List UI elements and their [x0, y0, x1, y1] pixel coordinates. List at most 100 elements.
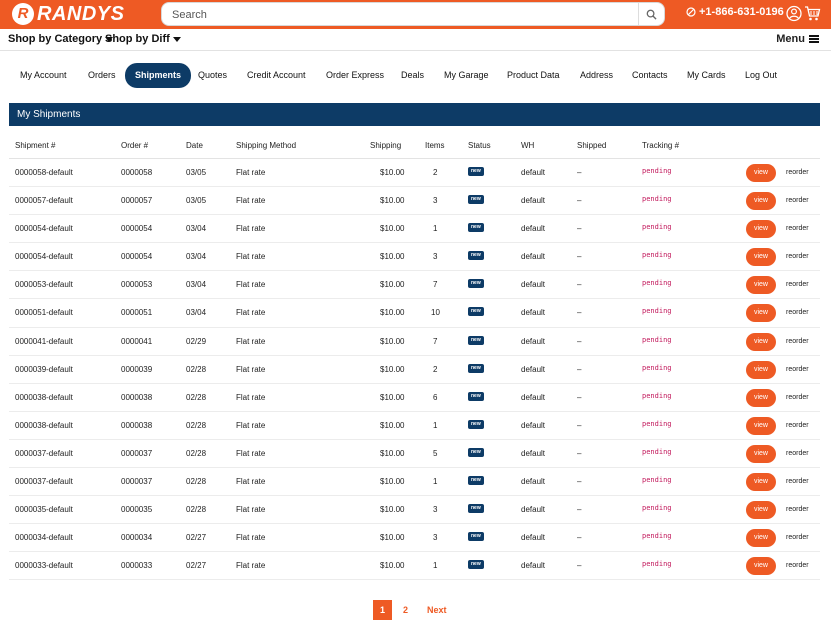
table-row: 0000038-default 0000038 02/28 Flat rate … — [9, 384, 820, 412]
view-button[interactable]: view — [746, 473, 776, 492]
shipping-method: Flat rate — [236, 336, 266, 346]
order-number: 0000054 — [121, 252, 153, 262]
tab-contacts[interactable]: Contacts — [622, 63, 678, 88]
page-2-button[interactable]: 2 — [403, 600, 408, 620]
table-row: 0000057-default 0000057 03/05 Flat rate … — [9, 187, 820, 216]
tab-my-cards[interactable]: My Cards — [677, 63, 736, 88]
tab-address[interactable]: Address — [570, 63, 623, 88]
view-button[interactable]: view — [746, 276, 776, 295]
item-count: 2 — [433, 168, 438, 177]
reorder-link[interactable]: reorder — [786, 422, 809, 429]
tab-quotes[interactable]: Quotes — [188, 63, 237, 88]
search-input[interactable] — [172, 6, 632, 23]
shipment-number[interactable]: 0000037-default — [15, 477, 73, 486]
status-badge: new — [468, 447, 484, 457]
view-button[interactable]: view — [746, 360, 776, 379]
view-button[interactable]: view — [746, 248, 776, 267]
reorder-link[interactable]: reorder — [786, 338, 809, 345]
warehouse: default — [521, 196, 546, 206]
reorder-link[interactable]: reorder — [786, 309, 809, 316]
warehouse: default — [521, 420, 546, 430]
item-count: 5 — [433, 448, 438, 458]
user-icon[interactable] — [786, 5, 802, 22]
shipment-number[interactable]: 0000054-default — [15, 224, 73, 233]
view-button[interactable]: view — [746, 220, 776, 239]
page-1-button[interactable]: 1 — [373, 600, 392, 620]
view-button[interactable]: view — [746, 332, 776, 351]
tracking-number: pending — [642, 419, 672, 428]
view-button[interactable]: view — [746, 164, 776, 182]
search-button[interactable] — [638, 3, 664, 25]
randys-logo[interactable]: R RANDYS — [12, 3, 124, 25]
tab-orders[interactable]: Orders — [78, 63, 126, 88]
reorder-link[interactable]: reorder — [786, 562, 809, 569]
shipment-number[interactable]: 0000051-default — [15, 308, 73, 317]
reorder-link[interactable]: reorder — [786, 225, 809, 232]
shipment-number[interactable]: 0000038-default — [15, 421, 73, 430]
view-button[interactable]: view — [746, 557, 776, 576]
search-box — [161, 2, 665, 26]
view-button[interactable]: view — [746, 388, 776, 407]
warehouse: default — [521, 280, 546, 290]
shipment-number[interactable]: 0000058-default — [15, 168, 73, 177]
shipment-number[interactable]: 0000035-default — [15, 505, 73, 514]
shipping-method: Flat rate — [236, 505, 266, 515]
phone-link[interactable]: +1-866-631-0196 — [686, 6, 784, 18]
table-row: 0000041-default 0000041 02/29 Flat rate … — [9, 328, 820, 356]
tab-shipments[interactable]: Shipments — [125, 63, 192, 88]
view-button[interactable]: view — [746, 192, 776, 211]
reorder-link[interactable]: reorder — [786, 394, 809, 401]
next-page-button[interactable]: Next — [427, 600, 447, 620]
menu-button[interactable]: Menu — [776, 33, 819, 45]
shipment-number[interactable]: 0000039-default — [15, 365, 73, 374]
tab-my-garage[interactable]: My Garage — [434, 63, 499, 88]
order-number: 0000038 — [121, 420, 153, 430]
tab-log-out[interactable]: Log Out — [735, 63, 787, 88]
reorder-link[interactable]: reorder — [786, 450, 809, 457]
reorder-link[interactable]: reorder — [786, 478, 809, 485]
shop-by-category-menu[interactable]: Shop by Category — [8, 33, 114, 45]
tracking-number: pending — [642, 279, 672, 288]
reorder-link[interactable]: reorder — [786, 253, 809, 260]
view-button[interactable]: view — [746, 444, 776, 463]
tab-product-data[interactable]: Product Data — [497, 63, 570, 88]
col-shipped: Shipped — [577, 141, 607, 150]
warehouse: default — [521, 224, 546, 234]
shop-by-diff-menu[interactable]: Shop by Diff — [105, 33, 181, 45]
ship-date: 02/29 — [186, 336, 207, 346]
shipment-number[interactable]: 0000057-default — [15, 196, 73, 205]
shipment-number[interactable]: 0000037-default — [15, 449, 73, 458]
reorder-link[interactable]: reorder — [786, 169, 809, 176]
shipment-number[interactable]: 0000054-default — [15, 252, 73, 261]
view-button[interactable]: view — [746, 304, 776, 323]
shipment-number[interactable]: 0000041-default — [15, 337, 73, 346]
shipment-number[interactable]: 0000033-default — [15, 561, 73, 570]
reorder-link[interactable]: reorder — [786, 366, 809, 373]
shipping-method: Flat rate — [236, 533, 266, 543]
shipping-method: Flat rate — [236, 392, 266, 402]
order-number: 0000057 — [121, 196, 153, 206]
reorder-link[interactable]: reorder — [786, 281, 809, 288]
tab-credit-account[interactable]: Credit Account — [237, 63, 316, 88]
view-button[interactable]: view — [746, 529, 776, 548]
reorder-link[interactable]: reorder — [786, 197, 809, 204]
shipment-number[interactable]: 0000034-default — [15, 533, 73, 542]
shipment-number[interactable]: 0000038-default — [15, 393, 73, 402]
tab-deals[interactable]: Deals — [391, 63, 434, 88]
item-count: 1 — [433, 477, 438, 487]
view-button[interactable]: view — [746, 416, 776, 435]
table-row: 0000053-default 0000053 03/04 Flat rate … — [9, 271, 820, 300]
shipped-date: – — [577, 196, 582, 206]
col-wh: WH — [521, 141, 535, 150]
reorder-link[interactable]: reorder — [786, 534, 809, 541]
shipping-cost: $10.00 — [380, 252, 405, 262]
tab-my-account[interactable]: My Account — [10, 63, 77, 88]
menu-icon — [809, 35, 819, 43]
shipment-number[interactable]: 0000053-default — [15, 280, 73, 289]
cart-icon[interactable] — [804, 5, 821, 22]
tab-order-express[interactable]: Order Express — [316, 63, 394, 88]
view-button[interactable]: view — [746, 501, 776, 520]
reorder-link[interactable]: reorder — [786, 506, 809, 513]
table-row: 0000039-default 0000039 02/28 Flat rate … — [9, 356, 820, 384]
warehouse: default — [521, 505, 546, 515]
